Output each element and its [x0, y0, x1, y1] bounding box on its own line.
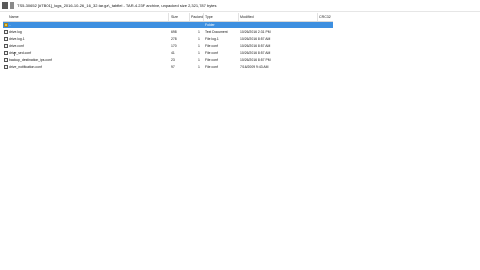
file-icon: [4, 58, 8, 62]
row-modified: 10/26/2016 2:31 PM: [240, 30, 271, 34]
save-icon[interactable]: [10, 2, 14, 9]
column-divider[interactable]: [317, 13, 318, 21]
column-header-packed[interactable]: Packed: [191, 14, 203, 20]
row-type: File conf: [205, 65, 218, 69]
titlebar-icons: [2, 2, 14, 9]
file-icon: [4, 51, 8, 55]
row-size: 278: [171, 37, 177, 41]
file-icon: [4, 30, 8, 34]
row-type: Text Document: [205, 30, 228, 34]
row-name: drive.log: [9, 30, 22, 34]
row-name: backup_destination_ips.conf: [9, 58, 52, 62]
row-modified: 7/16/2009 9:43 AM: [240, 65, 269, 69]
row-packed: 1: [198, 65, 200, 69]
table-row-parent-folder[interactable]: .. Folder: [3, 22, 333, 28]
row-packed: 1: [198, 44, 200, 48]
column-header-size[interactable]: Size: [171, 14, 178, 20]
column-divider[interactable]: [238, 13, 239, 21]
row-type: File conf: [205, 58, 218, 62]
table-row[interactable]: drive_notification.conf 97 1 File conf 7…: [3, 64, 333, 70]
table-row[interactable]: drive_sed.conf 41 1 File conf 10/26/2016…: [3, 50, 333, 56]
row-modified: 10/26/2016 8:57 AM: [240, 37, 271, 41]
window-titlebar: TS5-30652 [#TB01]_logs_2016-10-26_16_32.…: [0, 0, 480, 12]
row-size: 97: [171, 65, 175, 69]
row-modified: 10/26/2016 8:57 AM: [240, 51, 271, 55]
column-divider[interactable]: [203, 13, 204, 21]
row-name: drive.log.1: [9, 37, 25, 41]
row-name: drive_sed.conf: [9, 51, 32, 55]
text-cursor-icon: I: [14, 52, 16, 58]
row-packed: 1: [198, 37, 200, 41]
row-name: drive.conf: [9, 44, 24, 48]
file-icon: [4, 37, 8, 41]
column-divider[interactable]: [189, 13, 190, 21]
row-name: drive_notification.conf: [9, 65, 42, 69]
row-size: 698: [171, 30, 177, 34]
row-type: Folder: [205, 23, 215, 27]
row-type: File conf: [205, 51, 218, 55]
table-row[interactable]: drive.log.1 278 1 File log.1 10/26/2016 …: [3, 36, 333, 42]
row-size: 170: [171, 44, 177, 48]
column-divider[interactable]: [168, 13, 169, 21]
row-name: ..: [9, 23, 11, 27]
table-row[interactable]: drive.conf 170 1 File conf 10/26/2016 8:…: [3, 43, 333, 49]
row-modified: 10/26/2016 8:57 PM: [240, 58, 271, 62]
file-icon: [4, 44, 8, 48]
column-header-modified[interactable]: Modified: [240, 14, 254, 20]
app-icon[interactable]: [2, 2, 8, 9]
row-packed: 1: [198, 30, 200, 34]
row-size: 41: [171, 51, 175, 55]
table-row[interactable]: drive.log 698 1 Text Document 10/26/2016…: [3, 29, 333, 35]
column-header-type[interactable]: Type: [205, 14, 213, 20]
table-row[interactable]: backup_destination_ips.conf 23 1 File co…: [3, 57, 333, 63]
folder-icon: [4, 23, 8, 27]
row-modified: 10/26/2016 8:57 AM: [240, 44, 271, 48]
row-size: 23: [171, 58, 175, 62]
row-packed: 1: [198, 51, 200, 55]
file-icon: [4, 65, 8, 69]
row-packed: 1: [198, 58, 200, 62]
row-type: File log.1: [205, 37, 219, 41]
window-title: TS5-30652 [#TB01]_logs_2016-10-26_16_32.…: [17, 3, 217, 8]
archive-file-list: Name Size Packed Type Modified CRC32 .. …: [3, 13, 333, 77]
column-header-crc32[interactable]: CRC32: [319, 14, 331, 20]
row-type: File conf: [205, 44, 218, 48]
column-header-name[interactable]: Name: [9, 14, 19, 20]
column-header-row: Name Size Packed Type Modified CRC32: [3, 13, 333, 22]
